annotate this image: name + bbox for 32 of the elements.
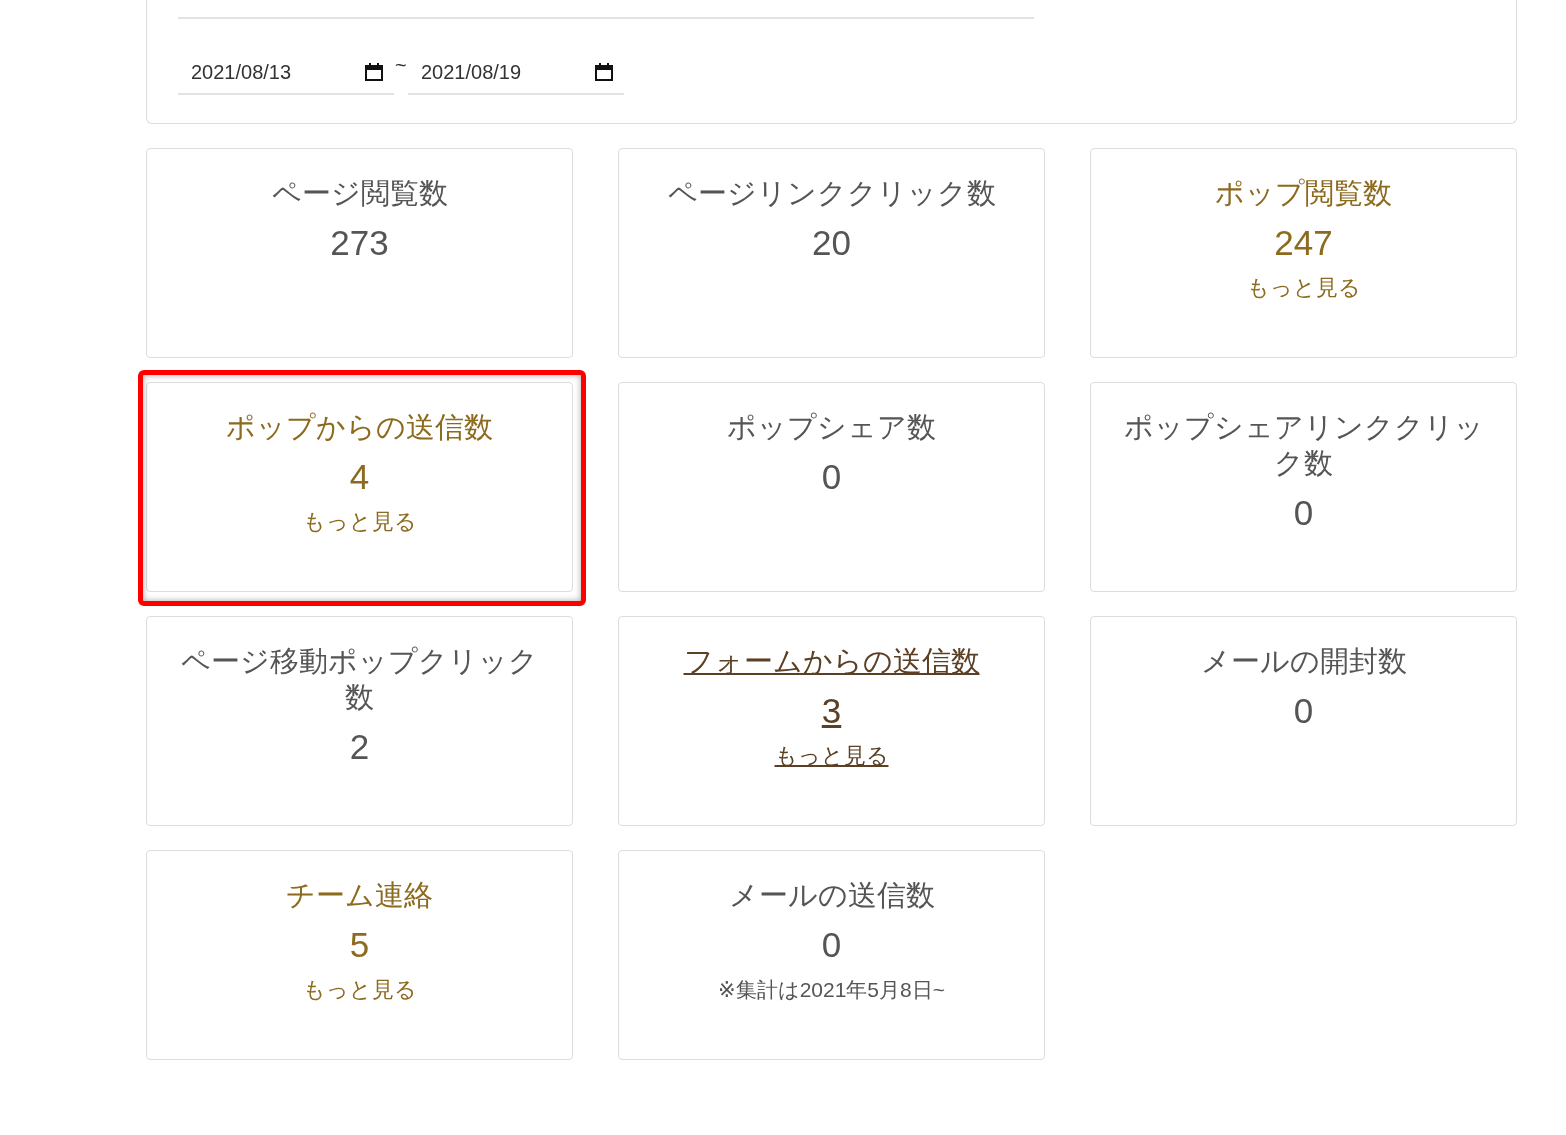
- more-link[interactable]: もっと見る: [302, 977, 417, 1002]
- stat-value: 2: [349, 727, 370, 766]
- date-field[interactable]: 2021/08/13: [178, 51, 394, 95]
- calendar-icon[interactable]: [364, 62, 384, 82]
- stat-title: ページリンククリック数: [667, 177, 996, 209]
- stat-value[interactable]: 5: [349, 925, 370, 964]
- stat-value: 273: [330, 223, 389, 262]
- stat-title: ページ閲覧数: [271, 177, 448, 209]
- stat-value: 0: [1293, 493, 1314, 532]
- stat-title[interactable]: ポップからの送信数: [226, 411, 493, 443]
- more-link[interactable]: もっと見る: [302, 509, 417, 534]
- stat-title[interactable]: ポップ閲覧数: [1215, 177, 1392, 209]
- date-field[interactable]: 2021/08/19: [408, 51, 624, 95]
- stat-title[interactable]: フォームからの送信数: [683, 645, 980, 677]
- stat-title[interactable]: チーム連絡: [286, 879, 433, 911]
- stat-title: ポップシェア数: [727, 411, 936, 443]
- stat-value: 0: [1293, 691, 1314, 730]
- stat-value: 0: [821, 925, 842, 964]
- note-text: ※集計は2021年5月8日~: [718, 978, 945, 1001]
- calendar-icon[interactable]: [594, 62, 614, 82]
- stat-value[interactable]: 3: [821, 691, 842, 730]
- stat-title: ページ移動ポップクリック数: [181, 645, 538, 713]
- stat-value: 0: [821, 457, 842, 496]
- stat-title: メールの開封数: [1200, 645, 1407, 677]
- stat-title: メールの送信数: [728, 879, 935, 911]
- more-link[interactable]: もっと見る: [774, 743, 889, 768]
- stat-title: ポップシェアリンククリック数: [1123, 411, 1484, 479]
- more-link[interactable]: もっと見る: [1246, 275, 1361, 300]
- range-separator: ~: [394, 54, 408, 78]
- stat-value[interactable]: 247: [1274, 223, 1333, 262]
- stat-value: 20: [812, 223, 851, 262]
- stat-value[interactable]: 4: [349, 457, 370, 496]
